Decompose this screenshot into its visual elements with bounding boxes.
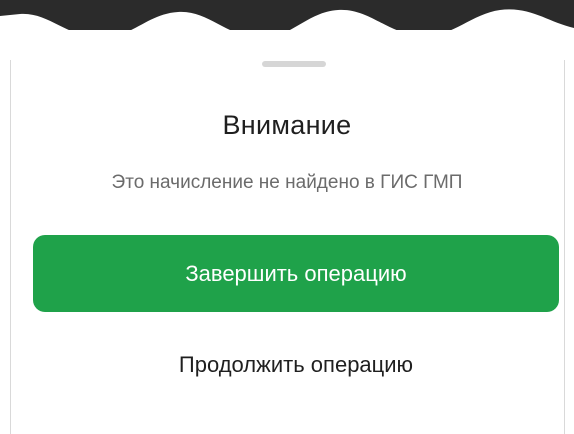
finish-operation-button[interactable]: Завершить операцию <box>33 235 559 312</box>
continue-operation-button[interactable]: Продолжить операцию <box>33 340 559 390</box>
dialog-message: Это начисление не найдено в ГИС ГМП <box>111 172 463 193</box>
drag-handle[interactable] <box>262 61 326 67</box>
dialog-title: Внимание <box>222 110 352 140</box>
bottom-sheet-screen: Внимание Это начисление не найдено в ГИС… <box>0 0 574 434</box>
